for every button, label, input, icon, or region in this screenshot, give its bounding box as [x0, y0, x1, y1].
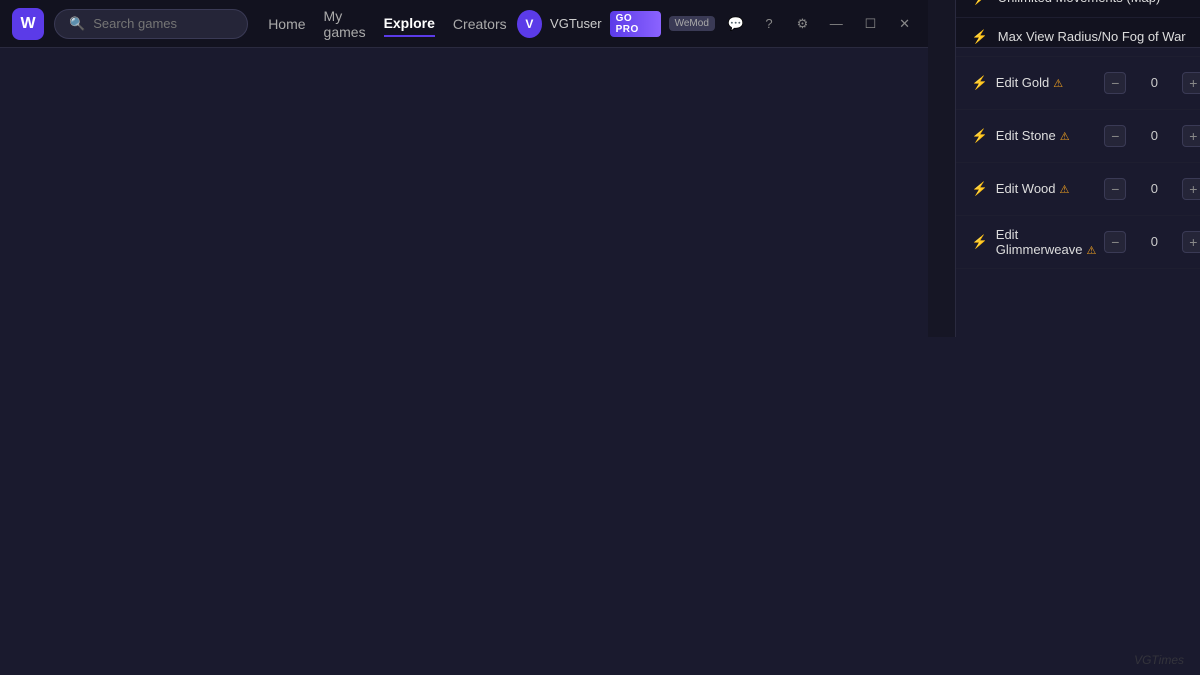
category-sidebar: 👤Player⊞Inventory	[928, 0, 956, 337]
mod-lightning-icon: ⚡	[972, 234, 988, 250]
mod-name-5: Max View Radius/No Fog of War	[998, 29, 1194, 44]
main-content: Explore › Songs of Conquest ☆ ♦SteamGGOG…	[928, 0, 1200, 337]
titlebar: W 🔍 Home My games Explore Creators V VGTuse…	[0, 0, 1200, 48]
nav-explore[interactable]: Explore	[384, 11, 435, 37]
page-inner: Explore › Songs of Conquest ☆ ♦SteamGGOG…	[928, 0, 1200, 337]
mod-item-inv-3: ⚡ Edit Wood⚠ − 0 + ↑ ALT NUMPAD 3 ↓ CTRL…	[956, 163, 1200, 216]
watermark: VGTimes	[1134, 653, 1184, 667]
content-area: 👤Player⊞Inventory ▶ Read before playing …	[928, 0, 1200, 337]
mod-item-inv-4: ⚡ Edit Glimmerweave⚠ − 0 + ↑ ALT NUMPAD …	[956, 216, 1200, 269]
minimize-button[interactable]: —	[823, 10, 849, 38]
mod-item-inv-1: ⚡ Edit Gold⚠ − 0 + ↑ ALT NUMPAD 1 ↓ CTRL…	[956, 57, 1200, 110]
stepper-minus-4[interactable]: −	[1104, 231, 1126, 253]
username-label: VGTuser	[550, 16, 602, 31]
mods-list: ▶ Read before playing ⚡ Unlimited Health…	[956, 0, 1200, 337]
support-badge: WeMod	[669, 16, 715, 31]
mod-lightning-icon: ⚡	[972, 128, 988, 144]
avatar: V	[517, 10, 542, 38]
inv-mod-name-3: Edit Wood⚠	[996, 181, 1097, 196]
maximize-button[interactable]: ☐	[857, 10, 883, 38]
mod-item-player-4: ⚡ Unlimited Movements (Map) OFF ⇄ NUMPAD…	[956, 0, 1200, 18]
stepper-plus-3[interactable]: +	[1182, 178, 1200, 200]
settings-icon[interactable]: ⚙	[790, 10, 815, 38]
mod-lightning-icon: ⚡	[972, 75, 988, 91]
stepper-plus-1[interactable]: +	[1182, 72, 1200, 94]
stepper-val-3: 0	[1134, 181, 1174, 196]
gopro-badge[interactable]: GO PRO	[610, 11, 661, 37]
stepper-minus-3[interactable]: −	[1104, 178, 1126, 200]
warn-icon: ⚠	[1060, 131, 1070, 143]
main-nav: Home My games Explore Creators	[268, 4, 506, 44]
inv-mod-name-4: Edit Glimmerweave⚠	[996, 227, 1097, 257]
search-icon: 🔍	[69, 16, 85, 32]
mod-item-inv-2: ⚡ Edit Stone⚠ − 0 + ↑ ALT NUMPAD 2 ↓ CTR…	[956, 110, 1200, 163]
mod-name-4: Unlimited Movements (Map)	[998, 0, 1194, 5]
warn-icon: ⚠	[1086, 245, 1096, 257]
nav-home[interactable]: Home	[268, 12, 305, 36]
stepper-val-1: 0	[1134, 75, 1174, 90]
stepper-minus-1[interactable]: −	[1104, 72, 1126, 94]
stepper-val-2: 0	[1134, 128, 1174, 143]
stepper-minus-2[interactable]: −	[1104, 125, 1126, 147]
nav-creators[interactable]: Creators	[453, 12, 507, 36]
app-logo[interactable]: W	[12, 8, 44, 40]
discord-icon[interactable]: 💬	[723, 10, 748, 38]
inv-mod-name-1: Edit Gold⚠	[996, 75, 1097, 90]
mod-lightning-icon: ⚡	[972, 29, 988, 45]
search-input[interactable]	[93, 16, 233, 31]
titlebar-right: V VGTuser GO PRO WeMod 💬 ? ⚙ — ☐ ✕	[517, 10, 918, 38]
search-box[interactable]: 🔍	[54, 9, 248, 39]
stepper-plus-4[interactable]: +	[1182, 231, 1200, 253]
warn-icon: ⚠	[1060, 184, 1070, 196]
mod-lightning-icon: ⚡	[972, 0, 988, 6]
inv-mod-name-2: Edit Stone⚠	[996, 128, 1097, 143]
stepper-plus-2[interactable]: +	[1182, 125, 1200, 147]
help-icon[interactable]: ?	[756, 10, 781, 38]
close-button[interactable]: ✕	[891, 10, 917, 38]
mod-item-player-5: ⚡ Max View Radius/No Fog of War OFF ⇄ NU…	[956, 18, 1200, 57]
nav-my-games[interactable]: My games	[324, 4, 366, 44]
stepper-val-4: 0	[1134, 234, 1174, 249]
page-area: Explore › Songs of Conquest ☆ ♦SteamGGOG…	[928, 0, 1200, 337]
mod-lightning-icon: ⚡	[972, 181, 988, 197]
warn-icon: ⚠	[1053, 78, 1063, 90]
